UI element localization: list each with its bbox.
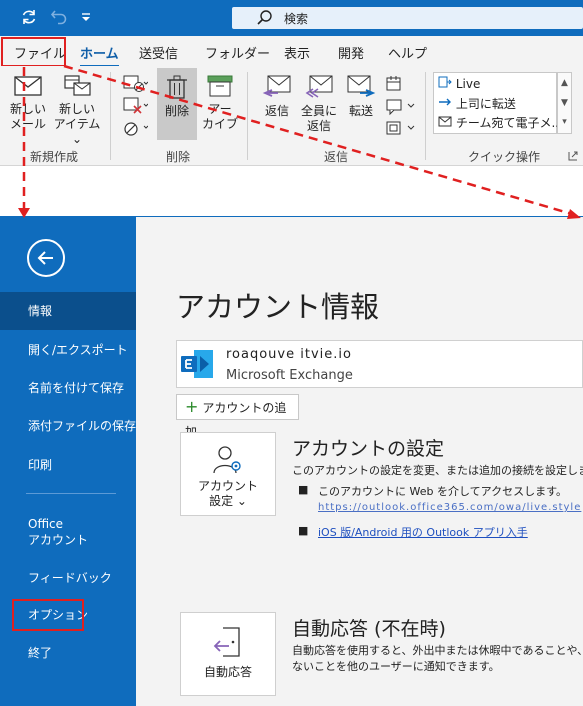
back-button[interactable]	[27, 239, 65, 277]
customize-icon[interactable]	[80, 8, 92, 33]
undo-icon[interactable]	[50, 8, 68, 31]
ignore-icon[interactable]	[122, 74, 149, 97]
quick-step-manager-label: 上司に転送	[455, 97, 516, 111]
reply-label: 返信	[264, 104, 289, 118]
sync-icon[interactable]	[20, 8, 38, 31]
account-type: Microsoft Exchange	[226, 368, 353, 383]
nav-feedback[interactable]: フィードバック	[0, 570, 136, 586]
search-icon	[256, 9, 274, 27]
reply-icon	[262, 75, 291, 97]
reply-all-icon	[305, 75, 333, 98]
group-label-respond: 返信	[324, 150, 349, 164]
meeting-icon[interactable]	[384, 74, 404, 97]
reply-all-button[interactable]: 全員に 返信	[298, 74, 340, 134]
trash-icon	[167, 75, 187, 99]
forward-label: 転送	[348, 104, 373, 118]
tab-folder[interactable]: フォルダー	[205, 43, 270, 62]
group-label-quick: クイック操作	[468, 150, 541, 164]
account-settings-icon	[213, 446, 241, 474]
account-settings-card-label: アカウント 設定 ⌄	[197, 479, 258, 508]
reply-all-label: 全員に 返信	[300, 104, 337, 133]
tab-help[interactable]: ヘルプ	[388, 43, 427, 62]
quick-steps-scroll[interactable]: ▲ ▼ ▾	[557, 72, 572, 134]
dialog-launcher-icon[interactable]	[568, 150, 578, 164]
archive-button[interactable]: アー カイブ	[200, 74, 240, 132]
scroll-up-icon[interactable]: ▲	[558, 73, 571, 93]
quick-step-team[interactable]: チーム宛て電子メ...	[438, 114, 563, 131]
auto-reply-desc-2: ないことを他のユーザーに通知できます。	[292, 660, 500, 673]
mobile-app-link[interactable]: iOS 版/Android 用の Outlook アプリ入手	[318, 524, 528, 540]
tab-developer[interactable]: 開発	[338, 43, 364, 62]
quick-steps-gallery[interactable]: Live 上司に転送 チーム宛て電子メ...	[433, 72, 563, 134]
tab-home[interactable]: ホーム	[80, 43, 119, 68]
quick-step-team-label: チーム宛て電子メ...	[455, 116, 563, 130]
delete-label: 削除	[164, 104, 189, 118]
archive-label: アー カイブ	[201, 102, 238, 131]
tab-view[interactable]: 表示	[284, 43, 310, 62]
scroll-down-icon[interactable]: ▼	[558, 93, 571, 113]
new-item-button[interactable]: 新しい アイテム ⌄	[52, 74, 102, 147]
reply-button[interactable]: 返信	[258, 74, 296, 119]
forward-icon	[347, 75, 376, 97]
quick-step-live[interactable]: Live	[438, 76, 480, 91]
archive-icon	[207, 75, 233, 97]
new-items-icon	[64, 75, 91, 96]
account-settings-desc: このアカウントの設定を変更、または追加の接続を設定します。	[292, 464, 583, 477]
add-account-button[interactable]: +アカウントの追加	[176, 394, 299, 439]
nav-save-attachments[interactable]: 添付ファイルの保存	[0, 418, 136, 434]
new-mail-label: 新しい メール	[9, 102, 46, 131]
options-highlight	[12, 599, 84, 631]
tab-send-receive[interactable]: 送受信	[139, 43, 178, 62]
web-access-text: このアカウントに Web を介してアクセスします。	[318, 485, 567, 498]
exchange-icon	[180, 347, 214, 384]
search-box[interactable]: 検索	[232, 7, 583, 29]
delete-button[interactable]: 削除	[157, 74, 197, 119]
owa-link[interactable]: https://outlook.office365.com/owa/live.s…	[318, 502, 581, 513]
title-bar: 検索	[0, 0, 583, 36]
group-label-delete: 削除	[166, 150, 191, 164]
quick-step-live-label: Live	[455, 77, 481, 91]
new-mail-button[interactable]: 新しい メール	[6, 74, 50, 132]
auto-reply-card-label: 自動応答	[203, 665, 252, 679]
bullet-icon: ■	[298, 483, 309, 496]
auto-reply-icon	[213, 627, 240, 657]
group-divider	[110, 72, 111, 160]
nav-office-account[interactable]: Office アカウント	[0, 516, 136, 548]
back-arrow-icon	[37, 251, 53, 265]
bullet-icon: ■	[298, 524, 309, 537]
live-icon	[438, 76, 456, 91]
team-mail-icon	[438, 116, 456, 130]
im-icon[interactable]	[384, 96, 416, 119]
account-email: roaqouve itvie.io	[226, 347, 352, 362]
new-item-label: 新しい アイテム ⌄	[53, 102, 101, 146]
account-settings-button[interactable]: アカウント 設定 ⌄	[180, 432, 276, 516]
auto-reply-button[interactable]: 自動応答	[180, 612, 276, 696]
mail-icon	[14, 76, 42, 96]
nav-divider	[26, 493, 116, 494]
nav-exit[interactable]: 終了	[0, 645, 136, 661]
page-title: アカウント情報	[176, 290, 380, 324]
nav-info[interactable]: 情報	[0, 292, 136, 330]
quick-step-manager[interactable]: 上司に転送	[438, 95, 516, 112]
nav-save-as[interactable]: 名前を付けて保存	[0, 380, 136, 396]
search-label: 検索	[284, 12, 309, 26]
group-divider	[425, 72, 426, 160]
menu-bar: ファイル ホーム 送受信 フォルダー 表示 開発 ヘルプ	[0, 36, 583, 68]
scroll-more-icon[interactable]: ▾	[558, 113, 571, 133]
plus-icon: +	[185, 397, 199, 416]
junk-icon[interactable]	[122, 118, 149, 141]
file-tab-highlight	[1, 37, 66, 67]
group-label-new: 新規作成	[30, 150, 79, 164]
account-settings-heading: アカウントの設定	[292, 438, 445, 460]
nav-print[interactable]: 印刷	[0, 457, 136, 473]
cleanup-icon[interactable]	[122, 96, 149, 119]
more-respond-icon[interactable]	[384, 118, 416, 141]
group-divider	[247, 72, 248, 160]
nav-open-export[interactable]: 開く/エクスポート	[0, 342, 136, 358]
auto-reply-desc-1: 自動応答を使用すると、外出中または休暇中であることや、電	[292, 644, 583, 657]
auto-reply-heading: 自動応答 (不在時)	[292, 618, 446, 640]
forward-button[interactable]: 転送	[342, 74, 380, 119]
forward-arrow-icon	[438, 97, 456, 111]
